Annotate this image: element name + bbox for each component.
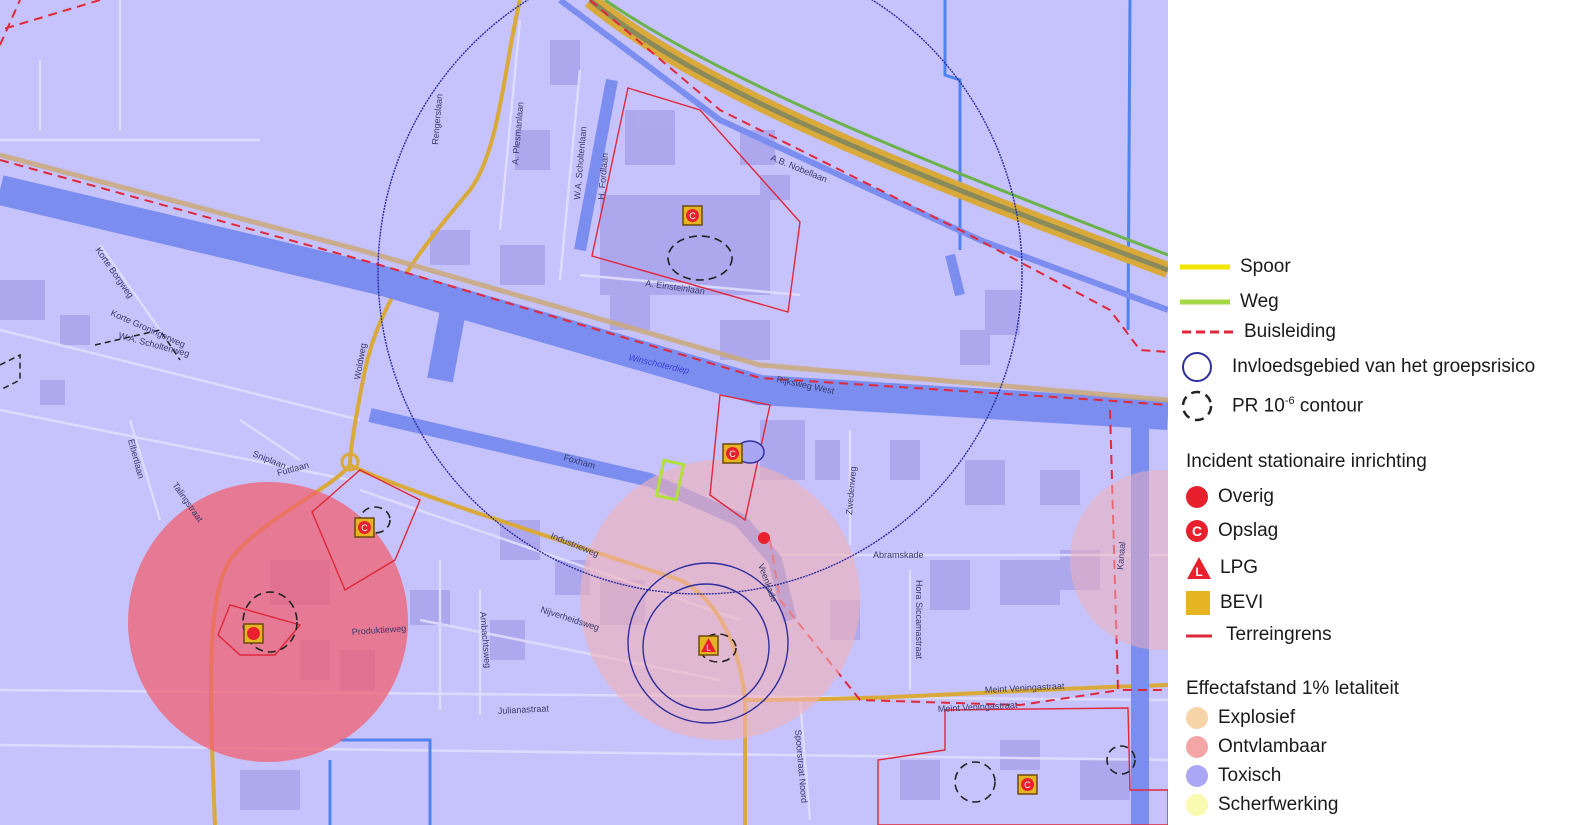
- svg-text:L: L: [1195, 565, 1202, 579]
- legend-item-spoor: Spoor: [1180, 254, 1291, 280]
- overig-dot-icon: [1186, 486, 1208, 508]
- explosief-dot-icon: [1186, 707, 1208, 729]
- opslag-letter: C: [729, 449, 736, 459]
- spoor-line-icon: [1180, 264, 1230, 270]
- bevi-opslag-marker-2[interactable]: C: [722, 443, 743, 464]
- overig-marker[interactable]: [758, 532, 770, 544]
- bevi-opslag-marker-4[interactable]: C: [1017, 774, 1038, 795]
- legend-label-pr-contour: PR 10-6 contour: [1232, 394, 1364, 417]
- legend-heading-effect: Effectafstand 1% letaliteit: [1186, 678, 1399, 699]
- invloedsgebied-circle-icon: [1182, 352, 1212, 382]
- legend-label-bevi: BEVI: [1220, 592, 1264, 613]
- legend-heading-incident: Incident stationaire inrichting: [1186, 451, 1427, 472]
- toxisch-dot-icon: [1186, 765, 1208, 787]
- pr-contour-dashed-circle-icon: [1181, 390, 1213, 422]
- legend-label-spoor: Spoor: [1240, 256, 1291, 277]
- opslag-letter: C: [1024, 780, 1031, 790]
- opslag-letter: C: [689, 211, 696, 221]
- bevi-lpg-marker[interactable]: L: [698, 635, 719, 656]
- scherfwerking-dot-icon: [1186, 794, 1208, 816]
- legend-item-explosief: Explosief: [1186, 705, 1295, 731]
- street-label-abramskade: Abramskade: [873, 550, 924, 560]
- legend-item-overig: Overig: [1186, 484, 1274, 510]
- legend-label-buisleiding: Buisleiding: [1244, 321, 1336, 342]
- map-canvas: C C C C L Rengerslaan A. Plesmanlaan W.A…: [0, 0, 1168, 825]
- risk-map[interactable]: C C C C L Rengerslaan A. Plesmanlaan W.A…: [0, 0, 1168, 825]
- bevi-square-icon: [1186, 591, 1210, 615]
- legend-label-invloedsgebied: Invloedsgebied van het groepsrisico: [1232, 356, 1536, 377]
- buisleiding-dashed-icon: [1182, 330, 1234, 334]
- legend-item-toxisch: Toxisch: [1186, 763, 1281, 789]
- street-label-hora-siccamastraat: Hora Siccamastraat: [914, 580, 924, 660]
- map-legend: Spoor Weg Buisleiding Invloedsgebied van…: [1168, 0, 1578, 825]
- bevi-overig-marker[interactable]: [243, 623, 264, 644]
- legend-label-overig: Overig: [1218, 486, 1274, 507]
- legend-label-terreingrens: Terreingrens: [1226, 624, 1332, 645]
- legend-item-buisleiding: Buisleiding: [1180, 319, 1336, 345]
- terreingrens-line-icon: [1186, 634, 1212, 638]
- legend-item-bevi: BEVI: [1186, 590, 1263, 616]
- legend-label-weg: Weg: [1240, 291, 1279, 312]
- lpg-triangle-icon: L: [1187, 557, 1211, 579]
- bevi-opslag-marker-3[interactable]: C: [354, 517, 375, 538]
- legend-item-pr-contour: PR 10-6 contour: [1180, 390, 1363, 422]
- legend-label-opslag: Opslag: [1218, 520, 1279, 541]
- legend-item-lpg: L LPG: [1186, 555, 1258, 581]
- legend-item-terreingrens: Terreingrens: [1186, 622, 1332, 648]
- opslag-letter: C: [361, 523, 368, 533]
- lpg-letter: L: [706, 644, 711, 653]
- legend-label-lpg: LPG: [1220, 557, 1259, 578]
- ontvlambaar-dot-icon: [1186, 736, 1208, 758]
- legend-item-ontvlambaar: Ontvlambaar: [1186, 734, 1327, 760]
- svg-text:C: C: [1192, 523, 1202, 539]
- legend-label-toxisch: Toxisch: [1218, 765, 1282, 786]
- legend-item-weg: Weg: [1180, 289, 1279, 315]
- legend-item-invloedsgebied: Invloedsgebied van het groepsrisico: [1180, 351, 1535, 383]
- legend-label-explosief: Explosief: [1218, 707, 1296, 728]
- opslag-c-icon: C: [1186, 520, 1208, 542]
- legend-item-opslag: C Opslag: [1186, 518, 1278, 544]
- legend-item-scherfwerking: Scherfwerking: [1186, 792, 1338, 818]
- bevi-opslag-marker-1[interactable]: C: [682, 205, 703, 226]
- weg-line-icon: [1180, 299, 1230, 305]
- legend-label-ontvlambaar: Ontvlambaar: [1218, 736, 1327, 757]
- legend-label-scherfwerking: Scherfwerking: [1218, 794, 1339, 815]
